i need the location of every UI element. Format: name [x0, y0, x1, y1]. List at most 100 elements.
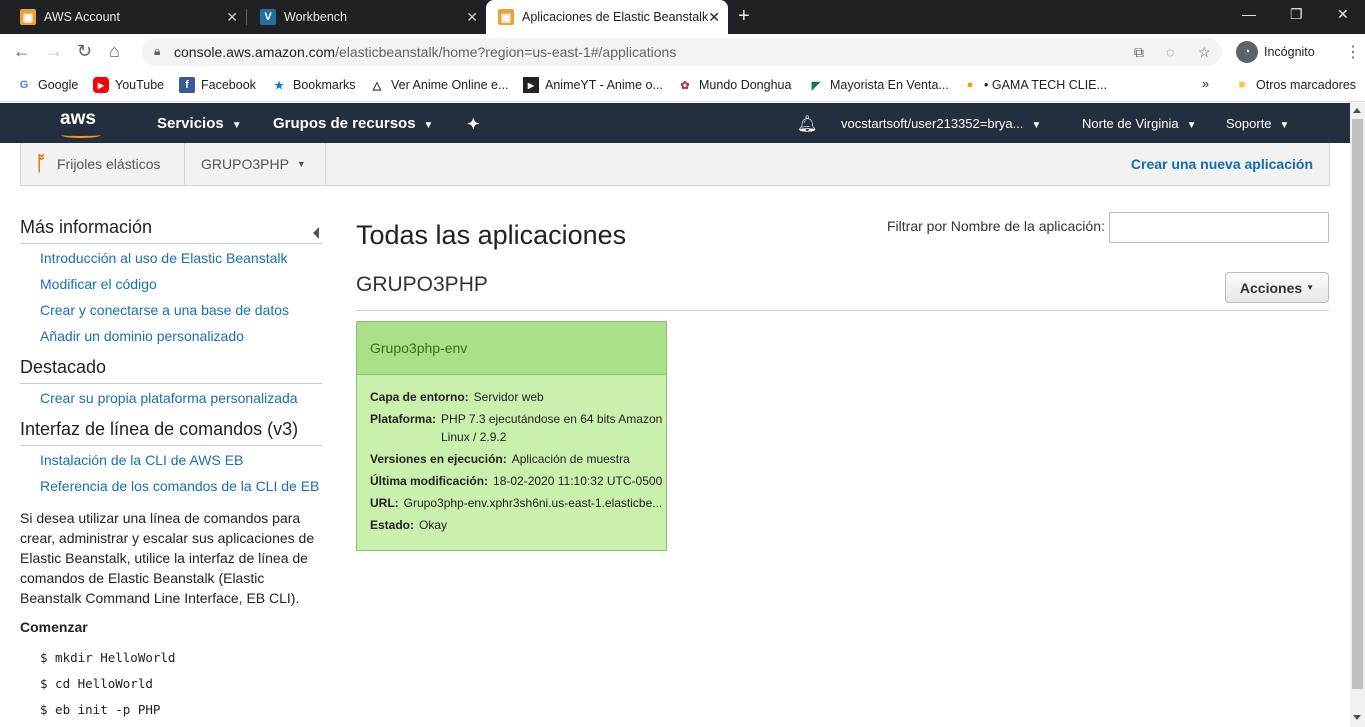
- env-url-link[interactable]: Grupo3php-env.xphr3sh6ni.us-east-1.elast…: [404, 496, 663, 510]
- link-custom-platform[interactable]: Crear su propia plataforma personalizada: [40, 390, 298, 406]
- reload-icon[interactable]: ↻: [77, 41, 92, 62]
- new-tab-icon[interactable]: +: [738, 5, 750, 28]
- browser-toolbar: ← → ↻ ⌂ 🔒︎ console.aws.amazon.com/elasti…: [0, 34, 1365, 70]
- env-platform-row: Plataforma: PHP 7.3 ejecutándose en 64 bi…: [370, 412, 662, 444]
- translate-icon[interactable]: ⧉: [1134, 44, 1144, 61]
- link-custom-domain[interactable]: Añadir un dominio personalizado: [40, 328, 244, 344]
- aws-logo[interactable]: aws: [60, 108, 101, 138]
- link-create-database[interactable]: Crear y conectarse a una base de datos: [40, 302, 289, 318]
- restore-icon[interactable]: ❐: [1290, 6, 1303, 23]
- command-line: $ eb init -p PHP: [40, 702, 161, 717]
- bookmark-label: Bookmarks: [293, 78, 356, 92]
- region-menu[interactable]: Norte de Virginia ▼: [1082, 116, 1197, 131]
- forward-icon[interactable]: →: [45, 41, 63, 62]
- services-menu[interactable]: Servicios ▼: [157, 115, 242, 132]
- bookmark-facebook[interactable]: f Facebook: [179, 77, 256, 93]
- value: 18-02-2020 11:10:32 UTC-0500: [493, 474, 663, 488]
- youtube-icon: ▶: [93, 77, 109, 93]
- account-menu[interactable]: vocstartsoft/user213352=brya... ▼: [841, 116, 1041, 131]
- minimize-icon[interactable]: —: [1242, 6, 1256, 22]
- facebook-icon: f: [179, 77, 195, 93]
- bookmark-label: YouTube: [115, 78, 165, 92]
- bookmark-youtube[interactable]: ▶ YouTube: [93, 77, 164, 93]
- close-icon[interactable]: ✕: [708, 9, 720, 26]
- label: URL:: [370, 496, 399, 510]
- star-icon[interactable]: ☆: [1198, 44, 1211, 61]
- lock-icon: 🔒︎: [154, 44, 161, 58]
- link-cli-install[interactable]: Instalación de la CLI de AWS EB: [40, 452, 243, 468]
- page-scrollbar[interactable]: [1350, 103, 1365, 727]
- tab-workbench[interactable]: V Workbench ✕: [240, 0, 486, 34]
- label: Versiones en ejecución:: [370, 452, 507, 466]
- label: Última modificación:: [370, 474, 489, 488]
- bookmark-mundo-donghua[interactable]: ✿ Mundo Donghua: [677, 77, 791, 93]
- chevron-down-icon: ▼: [1031, 120, 1042, 131]
- bookmark-google[interactable]: G Google: [16, 77, 79, 93]
- bookmark-mayorista[interactable]: ◤ Mayorista En Venta...: [808, 77, 949, 93]
- env-url-row: URL: Grupo3php-env.xphr3sh6ni.us-east-1.e…: [370, 496, 662, 510]
- close-icon[interactable]: ✕: [466, 9, 478, 26]
- close-icon[interactable]: ✕: [226, 9, 238, 26]
- home-icon[interactable]: ⌂: [109, 41, 120, 62]
- chevron-down-icon: ▼: [1186, 120, 1197, 131]
- filter-input[interactable]: [1109, 212, 1329, 243]
- command-line: $ cd HelloWorld: [40, 676, 153, 691]
- link-getting-started[interactable]: Introducción al uso de Elastic Beanstalk: [40, 250, 287, 266]
- tab-aws-account[interactable]: ▣ AWS Account ✕: [0, 0, 246, 34]
- env-status-row: Estado: Okay: [370, 518, 447, 532]
- back-icon[interactable]: ←: [13, 41, 31, 62]
- env-modified-row: Última modificación: 18-02-2020 11:10:32 …: [370, 474, 662, 488]
- bookmark-label: Mundo Donghua: [699, 78, 792, 92]
- bookmark-anime[interactable]: △ Ver Anime Online e...: [369, 77, 509, 93]
- resource-groups-menu[interactable]: Grupos de recursos ▼: [273, 115, 433, 132]
- divider: [184, 143, 185, 185]
- close-window-icon[interactable]: ✕: [1337, 6, 1349, 23]
- gama-icon: ●: [966, 79, 974, 91]
- application-selector[interactable]: GRUPO3PHP ▼: [201, 143, 306, 185]
- support-label: Soporte: [1226, 116, 1272, 131]
- scroll-thumb[interactable]: [1352, 119, 1363, 689]
- bell-icon[interactable]: 🔔︎: [797, 114, 817, 134]
- bookmark-animeyt[interactable]: ▶ AnimeYT - Anime o...: [523, 77, 663, 93]
- environment-card[interactable]: Grupo3php-env Capa de entorno: Servidor w…: [356, 321, 667, 551]
- create-application-link[interactable]: Crear una nueva aplicación: [1131, 156, 1313, 172]
- triangle-icon: △: [372, 79, 382, 92]
- link-modify-code[interactable]: Modificar el código: [40, 276, 157, 292]
- menu-icon[interactable]: ⋮: [1345, 42, 1361, 62]
- actions-button[interactable]: Acciones ▼: [1225, 272, 1329, 303]
- tab-title: Aplicaciones de Elastic Beanstalk: [522, 10, 709, 24]
- chevron-down-icon: ▼: [1279, 120, 1290, 131]
- other-bookmarks[interactable]: ■ Otros marcadores: [1234, 77, 1356, 93]
- bookmark-label: AnimeYT - Anime o...: [545, 78, 663, 92]
- bookmark-label: Otros marcadores: [1256, 78, 1357, 92]
- bookmark-gama-tech[interactable]: ● • GAMA TECH CLIE...: [962, 77, 1107, 93]
- tab-title: AWS Account: [44, 10, 120, 24]
- env-tier-row: Capa de entorno: Servidor web: [370, 390, 544, 404]
- eye-off-icon[interactable]: ◌: [1166, 44, 1174, 60]
- tab-elastic-beanstalk[interactable]: ▣ Aplicaciones de Elastic Beanstalk ✕: [486, 0, 728, 34]
- support-menu[interactable]: Soporte ▼: [1226, 116, 1289, 131]
- actions-label: Acciones: [1239, 279, 1303, 296]
- value: Aplicación de muestra: [511, 452, 630, 466]
- bookmark-bookmarks[interactable]: ★ Bookmarks: [271, 77, 356, 93]
- pin-icon[interactable]: ✦: [467, 115, 480, 133]
- aws-box-icon: ▣: [498, 9, 514, 25]
- status-value: Okay: [419, 518, 448, 532]
- bookmark-label: Facebook: [201, 78, 256, 92]
- region-label: Norte de Virginia: [1082, 116, 1179, 131]
- bookmarks-bar: G Google ▶ YouTube f Facebook ★ Bookmarks △ V…: [0, 70, 1365, 102]
- value: Linux / 2.9.2: [441, 430, 507, 444]
- incognito-icon: ◔: [1236, 41, 1258, 63]
- bookmarks-overflow[interactable]: »: [1202, 77, 1209, 91]
- more-info-heading: Más información: [20, 217, 322, 244]
- address-bar[interactable]: 🔒︎ console.aws.amazon.com/elasticbeansta…: [142, 38, 1222, 66]
- collapse-sidebar-icon[interactable]: [313, 227, 319, 239]
- scroll-up-icon[interactable]: [1353, 108, 1361, 113]
- service-home-link[interactable]: ᚩ Frijoles elásticos: [35, 143, 160, 185]
- link-cli-reference[interactable]: Referencia de los comandos de la CLI de …: [40, 478, 319, 494]
- incognito-badge[interactable]: ◔ Incógnito: [1232, 37, 1352, 67]
- scroll-down-icon[interactable]: [1353, 715, 1361, 720]
- application-name: GRUPO3PHP: [356, 273, 488, 296]
- service-label: Frijoles elásticos: [57, 156, 161, 172]
- environment-name[interactable]: Grupo3php-env: [357, 322, 666, 375]
